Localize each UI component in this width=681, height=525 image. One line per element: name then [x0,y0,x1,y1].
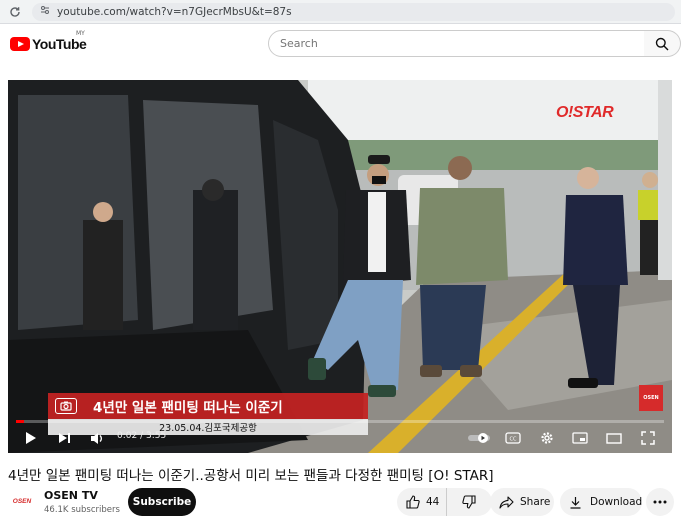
like-button[interactable]: 44 [397,488,447,516]
theater-mode-button[interactable] [605,430,623,446]
like-dislike-group: 44 [397,488,492,516]
video-title: 4년만 일본 팬미팅 떠나는 이준기..공항서 미리 보는 팬들과 다정한 팬미… [8,468,494,484]
caption-headline: 4년만 일본 팬미팅 떠나는 이준기 [93,400,283,416]
subtitles-icon: CC [505,432,521,444]
play-button[interactable] [22,430,40,446]
search-input[interactable]: Search [268,30,645,57]
search-button[interactable] [644,30,681,57]
volume-button[interactable] [88,430,106,446]
player-controls: 0:02 / 3:55 CC [8,425,672,451]
youtube-wordmark: YouTube [32,36,87,52]
share-button[interactable]: Share [490,488,554,516]
subtitles-button[interactable]: CC [504,430,522,446]
site-info-icon[interactable] [40,5,50,18]
svg-text:CC: CC [510,437,517,443]
browser-toolbar: youtube.com/watch?v=n7GJecrMbsU&t=87s [0,0,681,24]
miniplayer-button[interactable] [571,430,589,446]
progress-played [16,420,25,423]
play-icon [26,432,36,444]
osen-corner-logo: OSEN [639,385,663,411]
settings-button[interactable] [538,430,556,446]
progress-bar[interactable] [16,420,664,423]
time-display: 0:02 / 3:55 [117,431,167,441]
thumbs-up-icon [406,495,420,509]
url-text: youtube.com/watch?v=n7GJecrMbsU&t=87s [57,5,292,18]
youtube-logo[interactable]: YouTube MY [10,30,87,52]
youtube-header: YouTube MY Search [0,24,681,68]
channel-name[interactable]: OSEN TV [44,489,98,502]
next-button[interactable] [56,430,72,446]
like-count: 44 [426,496,440,508]
download-icon [569,496,582,509]
address-bar[interactable]: youtube.com/watch?v=n7GJecrMbsU&t=87s [32,2,675,21]
thumbs-down-icon [462,495,476,509]
share-icon [499,495,514,509]
volume-icon [90,432,102,444]
theater-icon [606,432,622,444]
channel-row: OSEN OSEN TV 46.1K subscribers Subscribe… [0,488,681,518]
reload-icon[interactable] [6,3,24,21]
fullscreen-icon [641,431,655,445]
region-code: MY [76,30,85,37]
ostar-watermark: O!STAR [556,104,614,121]
next-icon [58,433,70,443]
more-horizontal-icon [653,500,667,504]
subscribe-button[interactable]: Subscribe [128,488,196,516]
search-placeholder: Search [280,37,318,50]
search-icon [655,37,669,50]
autoplay-toggle[interactable] [467,430,491,446]
video-player[interactable]: O!STAR OSEN 4년만 일본 팬미팅 떠나는 이준기 23.05.04.… [8,80,672,453]
autoplay-icon [468,433,490,443]
youtube-play-icon [10,37,30,51]
miniplayer-icon [572,432,588,444]
download-button[interactable]: Download [560,488,642,516]
dislike-button[interactable] [447,488,491,516]
more-actions-button[interactable] [646,488,674,516]
subscriber-count: 46.1K subscribers [44,505,120,515]
share-label: Share [520,496,551,508]
fullscreen-button[interactable] [639,430,657,446]
camera-icon [55,398,77,414]
news-caption: 4년만 일본 팬미팅 떠나는 이준기 [48,393,368,419]
download-label: Download [590,496,643,508]
channel-avatar[interactable]: OSEN [8,492,36,510]
gear-icon [541,432,553,444]
